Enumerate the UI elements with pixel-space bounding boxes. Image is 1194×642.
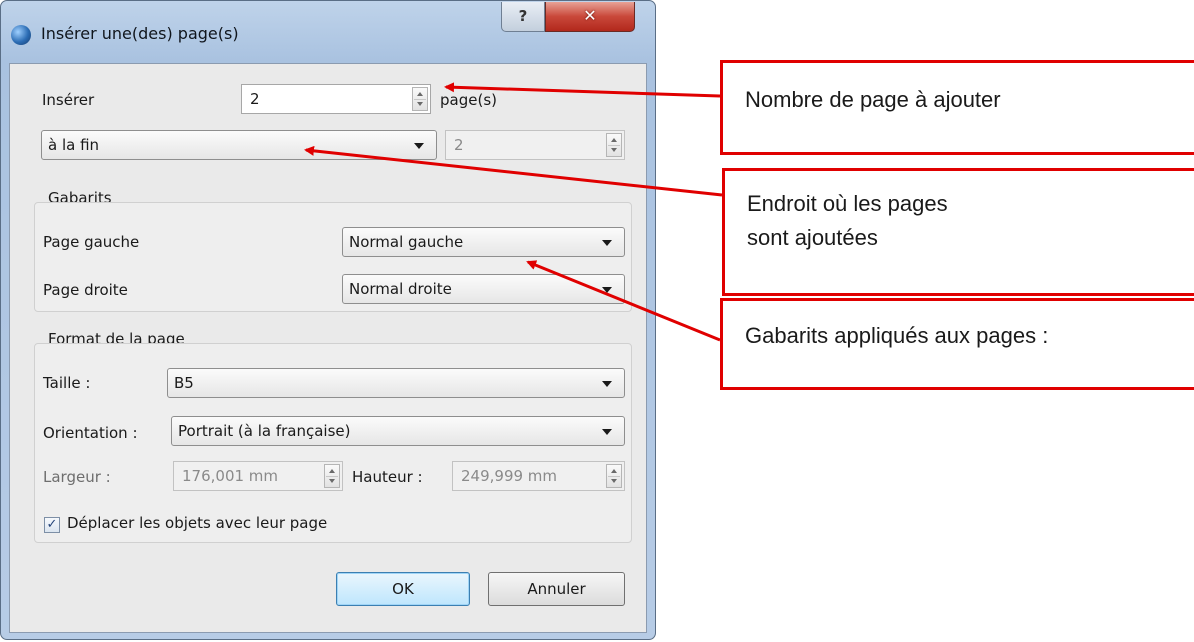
arrow-to-insert-position [304, 145, 723, 197]
arrow-to-page-count [444, 82, 721, 98]
arrow-to-templates [526, 260, 721, 342]
annotation-arrows [304, 82, 723, 342]
